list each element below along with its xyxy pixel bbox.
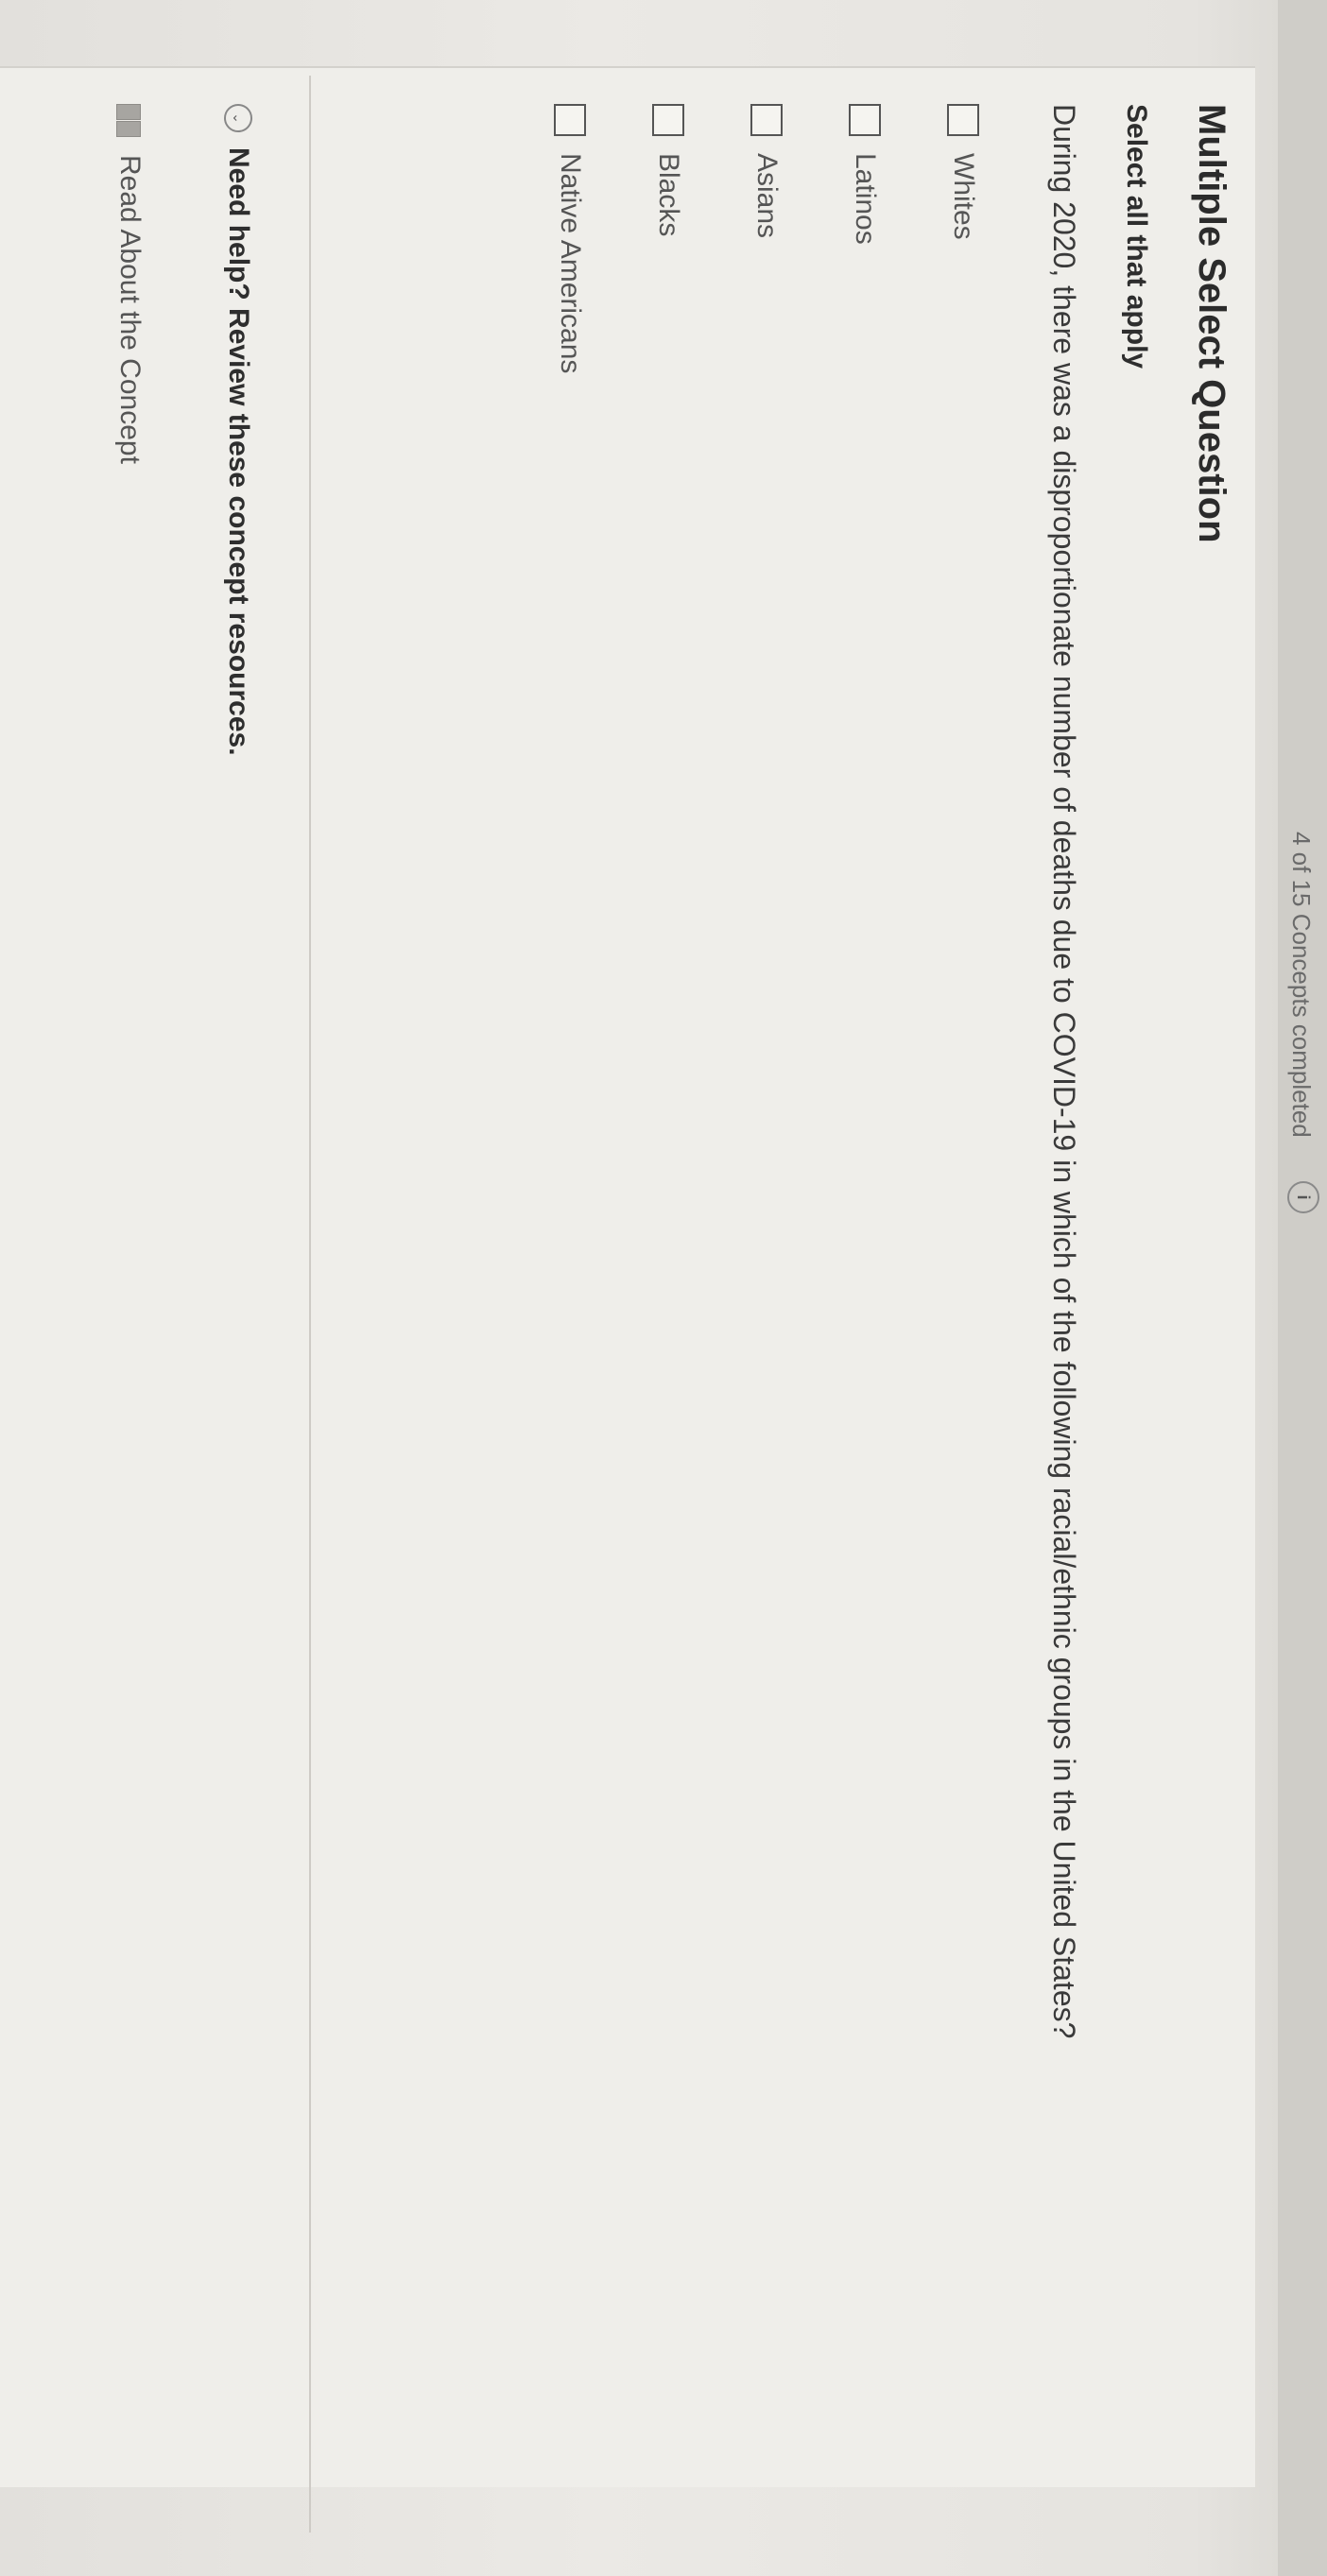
checkbox[interactable]	[947, 104, 979, 136]
question-heading: Multiple Select Question	[1191, 104, 1232, 543]
page-stage: 4 of 15 Concepts completed i Multiple Se…	[0, 0, 1327, 2576]
option-label: Native Americans	[555, 153, 586, 374]
option-asians[interactable]: Asians	[738, 104, 795, 373]
chevron-down-icon[interactable]: ⌄	[224, 104, 252, 132]
book-icon	[116, 104, 141, 137]
checkbox[interactable]	[652, 104, 684, 136]
help-toggle[interactable]: ⌄ Need help? Review these concept resour…	[222, 104, 254, 756]
resource-label[interactable]: Read About the Concept	[113, 155, 146, 464]
checkbox[interactable]	[849, 104, 881, 136]
option-whites[interactable]: Whites	[935, 104, 991, 373]
option-label: Latinos	[850, 153, 881, 245]
answer-options: Whites Latinos Asians Blacks Native Amer…	[500, 104, 991, 373]
option-label: Blacks	[653, 153, 684, 237]
checkbox[interactable]	[750, 104, 783, 136]
question-instruction: Select all that apply	[1121, 104, 1152, 369]
section-divider	[309, 76, 311, 2533]
question-prompt: During 2020, there was a disproportionat…	[1047, 104, 1081, 2039]
option-native-americans[interactable]: Native Americans	[542, 104, 598, 373]
progress-text: 4 of 15 Concepts completed	[1287, 832, 1316, 1138]
help-title: Need help? Review these concept resource…	[223, 147, 254, 756]
checkbox[interactable]	[554, 104, 586, 136]
info-icon[interactable]: i	[1287, 1181, 1319, 1213]
option-label: Whites	[948, 153, 979, 240]
option-label: Asians	[751, 153, 783, 239]
option-latinos[interactable]: Latinos	[836, 104, 893, 373]
progress-indicator: 4 of 15 Concepts completed i	[1285, 832, 1319, 1928]
read-concept-link[interactable]: Read About the Concept	[113, 104, 146, 464]
top-bar: 4 of 15 Concepts completed i	[1278, 0, 1327, 2576]
option-blacks[interactable]: Blacks	[640, 104, 697, 373]
